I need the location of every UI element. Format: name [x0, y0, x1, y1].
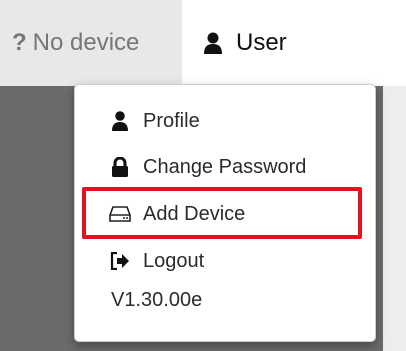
logout-icon — [109, 250, 131, 272]
navbar: ? No device User — [0, 0, 406, 86]
version-label: V1.30.00e — [111, 289, 203, 311]
menu-item-change-password[interactable]: Change Password — [75, 145, 375, 189]
user-label: User — [236, 29, 287, 56]
device-status-label: No device — [32, 29, 140, 56]
menu-item-label: Change Password — [143, 155, 307, 178]
page-edge — [383, 86, 406, 351]
user-icon — [109, 110, 131, 132]
question-icon: ? — [12, 29, 27, 56]
lock-icon — [109, 156, 131, 178]
menu-item-logout[interactable]: Logout — [75, 239, 375, 283]
user-icon — [204, 32, 222, 54]
highlight-box — [82, 187, 362, 239]
user-menu-toggle[interactable]: User — [182, 0, 406, 86]
menu-item-label: Profile — [143, 109, 200, 132]
menu-item-profile[interactable]: Profile — [75, 99, 375, 143]
device-status[interactable]: ? No device — [0, 0, 182, 86]
menu-item-label: Logout — [143, 249, 205, 272]
